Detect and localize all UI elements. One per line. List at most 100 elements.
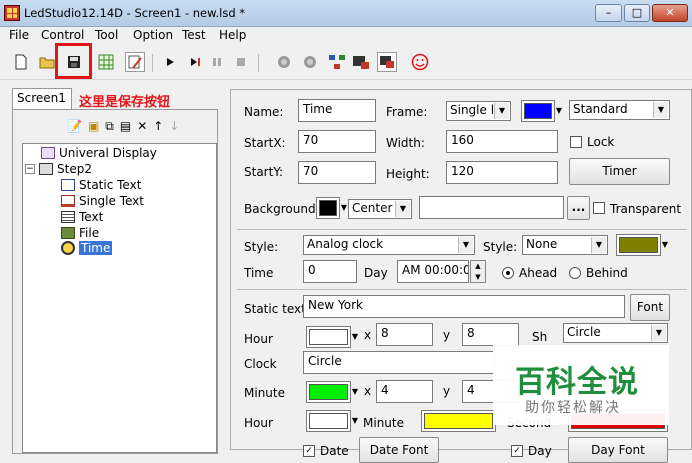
frame-color-swatch: [524, 103, 552, 119]
static-text-icon: [61, 179, 75, 191]
chevron-down-icon: ▼: [661, 240, 668, 249]
hour-color-swatch: [309, 329, 348, 345]
style2-label: Style:: [483, 240, 518, 254]
app-icon: [4, 5, 20, 21]
tree-item-time[interactable]: Time: [61, 241, 113, 255]
pause-icon[interactable]: [207, 52, 227, 72]
shape-select[interactable]: Circle ▼: [563, 323, 668, 343]
toolbar-separator: [152, 54, 153, 72]
tree-item-single-text[interactable]: Single Text: [61, 194, 144, 208]
frame-select[interactable]: Single li ▼: [446, 101, 511, 121]
width-input[interactable]: 160: [446, 130, 558, 153]
delete-icon[interactable]: ✕: [137, 119, 147, 134]
style-select[interactable]: Analog clock ▼: [303, 235, 475, 255]
static-text-input[interactable]: New York: [303, 295, 625, 318]
hour-y-input[interactable]: 8: [462, 323, 519, 346]
move-up-icon[interactable]: ↑: [153, 119, 163, 134]
hour-hand-color-picker[interactable]: ▼: [306, 410, 358, 432]
step-icon[interactable]: [186, 52, 206, 72]
background-image-input[interactable]: [419, 196, 564, 219]
menu-test[interactable]: Test: [182, 28, 206, 42]
new-file-icon[interactable]: [11, 52, 31, 72]
minute-hand-color-picker[interactable]: [421, 410, 496, 432]
minute-color-picker[interactable]: ▼: [306, 381, 358, 403]
align-select[interactable]: Center ▼: [348, 199, 412, 219]
standard-select[interactable]: Standard ▼: [569, 100, 670, 120]
stop-icon[interactable]: [231, 52, 251, 72]
move-down-icon[interactable]: ↓: [169, 119, 179, 134]
add-item-icon[interactable]: ▣: [88, 119, 99, 134]
maximize-button[interactable]: □: [624, 4, 650, 22]
background-label: Background:: [244, 202, 320, 216]
tree-item-file[interactable]: File: [61, 226, 99, 240]
menu-help[interactable]: Help: [219, 28, 246, 42]
grid-icon[interactable]: [96, 52, 116, 72]
minute-label: Minute: [244, 386, 285, 400]
save-button-highlight: [55, 43, 92, 79]
menu-tool[interactable]: Tool: [95, 28, 118, 42]
lock-checkbox[interactable]: [570, 136, 582, 148]
tab-screen1[interactable]: Screen1: [12, 88, 72, 110]
tree-item-universal[interactable]: Univeral Display: [41, 146, 157, 160]
starty-input[interactable]: 70: [298, 161, 376, 184]
menu-option[interactable]: Option: [133, 28, 173, 42]
hour2-label: Hour: [244, 416, 273, 430]
day-font-button[interactable]: Day Font: [568, 437, 668, 463]
height-input[interactable]: 120: [446, 161, 558, 184]
day-time-input[interactable]: AM 00:00:00: [397, 260, 469, 283]
clock-icon: [61, 241, 75, 255]
screen-icon[interactable]: [377, 52, 397, 72]
send-icon[interactable]: [351, 52, 371, 72]
copy-icon[interactable]: ⧉: [105, 119, 114, 134]
sound-icon[interactable]: [274, 52, 294, 72]
watermark-subtitle: 助你轻松解决: [525, 400, 621, 416]
program-tree[interactable]: Univeral Display − Step2 Static Text Sing…: [22, 143, 217, 453]
add-note-icon[interactable]: 📝: [67, 119, 82, 134]
open-folder-icon[interactable]: [37, 52, 57, 72]
step-icon: [39, 163, 53, 175]
smile-icon[interactable]: [410, 52, 430, 72]
watermark: 百科全说 助你轻松解决: [493, 345, 669, 425]
tree-item-static-text[interactable]: Static Text: [61, 178, 141, 192]
font-button[interactable]: Font: [630, 294, 670, 321]
tree-item-text[interactable]: Text: [61, 210, 103, 224]
day-checkbox[interactable]: ✓: [511, 445, 523, 457]
hour-x-input[interactable]: 8: [376, 323, 433, 346]
title-bar[interactable]: LedStudio12.14D - Screen1 - new.lsd * – …: [0, 0, 692, 27]
paste-icon[interactable]: ▤: [120, 119, 131, 134]
startx-label: StartX:: [244, 136, 286, 150]
browse-button[interactable]: ...: [567, 196, 590, 220]
edit-icon[interactable]: [125, 52, 145, 72]
behind-radio[interactable]: [569, 267, 581, 279]
network-icon[interactable]: [327, 52, 347, 72]
transparent-checkbox[interactable]: [593, 202, 605, 214]
menu-file[interactable]: File: [9, 28, 29, 42]
sound-off-icon[interactable]: [300, 52, 320, 72]
clock-input[interactable]: Circle: [303, 351, 495, 374]
startx-input[interactable]: 70: [298, 130, 376, 153]
date-checkbox[interactable]: ✓: [303, 445, 315, 457]
menu-control[interactable]: Control: [41, 28, 84, 42]
name-input[interactable]: Time: [298, 99, 376, 122]
hour-color-picker[interactable]: ▼: [306, 326, 358, 348]
style2-color-picker[interactable]: ▼: [616, 234, 668, 256]
tree-item-step[interactable]: − Step2: [25, 162, 92, 176]
background-color-picker[interactable]: ▼: [316, 197, 347, 219]
minimize-button[interactable]: –: [595, 4, 622, 22]
play-icon[interactable]: [160, 52, 180, 72]
chevron-down-icon: ▼: [351, 387, 358, 396]
behind-label: Behind: [586, 266, 628, 280]
menu-bar: File Control Tool Option Test Help: [0, 27, 692, 45]
close-button[interactable]: ✕: [652, 4, 688, 22]
clock-label: Clock: [244, 357, 277, 371]
static-text-label: Static text:: [244, 302, 310, 316]
date-font-button[interactable]: Date Font: [359, 437, 439, 463]
timer-button[interactable]: Timer: [569, 158, 670, 185]
time-spinner[interactable]: ▲ ▼: [470, 260, 486, 283]
collapse-icon[interactable]: −: [25, 164, 35, 174]
time-offset-input[interactable]: 0: [303, 260, 357, 283]
style2-select[interactable]: None ▼: [522, 235, 608, 255]
frame-color-picker[interactable]: ▼: [521, 100, 562, 122]
ahead-radio[interactable]: [502, 267, 514, 279]
minute-x-input[interactable]: 4: [376, 380, 433, 403]
